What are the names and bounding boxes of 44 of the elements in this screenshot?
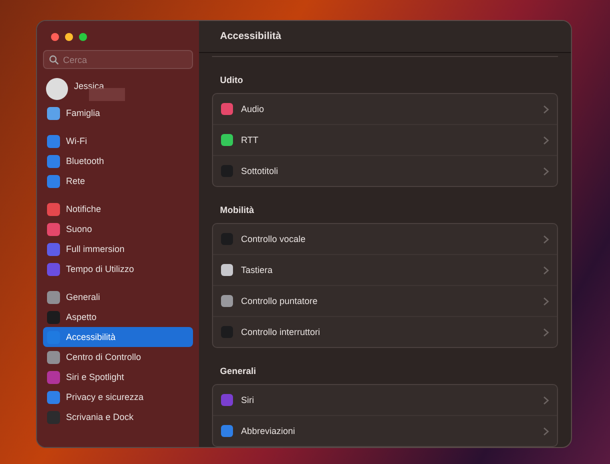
chevron-icon [543,266,549,274]
settings-row[interactable]: Siri [213,385,557,415]
close-button[interactable] [51,33,59,41]
sidebar-item[interactable]: Full immersion [43,239,193,259]
sidebar-item[interactable]: Suono [43,219,193,239]
chevron-icon [543,136,549,144]
profile-name[interactable]: Jessica [74,81,104,91]
sidebar-item[interactable]: Scrivania e Dock [43,407,193,427]
section-title: Mobilità [219,204,255,217]
settings-row[interactable]: Tastiera [213,254,557,285]
window-title: Accessibilità [220,31,282,42]
avatar [46,78,68,100]
sidebar-item[interactable]: Centro di Controllo [43,347,193,367]
section-title: Udito [219,74,244,87]
chevron-icon [543,166,549,176]
chevron-icon [543,104,549,114]
settings-row[interactable]: Controllo puntatore [213,285,557,316]
redacted-block [89,88,125,101]
zoom-button[interactable] [79,33,87,41]
sidebar-item[interactable]: Aspetto [43,307,193,327]
settings-row[interactable]: RTT [213,124,557,155]
chevron-icon [543,296,549,306]
sidebar-item[interactable]: Wi-Fi [43,131,193,151]
settings-row[interactable]: Abbreviazioni [213,415,557,446]
sidebar-item[interactable]: Generali [43,287,193,307]
sidebar-item[interactable]: Privacy e sicurezza [43,387,193,407]
settings-row[interactable]: Controllo interruttori [213,316,557,347]
chevron-icon [543,396,549,404]
chevron-icon [543,426,549,436]
chevron-icon [543,328,549,336]
sidebar-item[interactable]: Bluetooth [43,151,193,171]
settings-row[interactable]: Sottotitoli [213,155,557,186]
settings-row[interactable]: Audio [213,94,557,124]
search-field[interactable]: Cerca [43,50,193,69]
section-title: Generali [219,365,258,378]
sidebar-item[interactable]: Tempo di Utilizzo [43,259,193,279]
minimize-button[interactable] [65,33,73,41]
sidebar-item[interactable]: Rete [43,171,193,191]
sidebar-item[interactable]: Siri e Spotlight [43,367,193,387]
sidebar-item[interactable]: Accessibilità [43,327,193,347]
sidebar-item[interactable]: Famiglia [43,103,193,123]
chevron-icon [543,234,549,244]
sidebar-item[interactable]: Notifiche [43,199,193,219]
settings-row[interactable]: Controllo vocale [213,224,557,254]
